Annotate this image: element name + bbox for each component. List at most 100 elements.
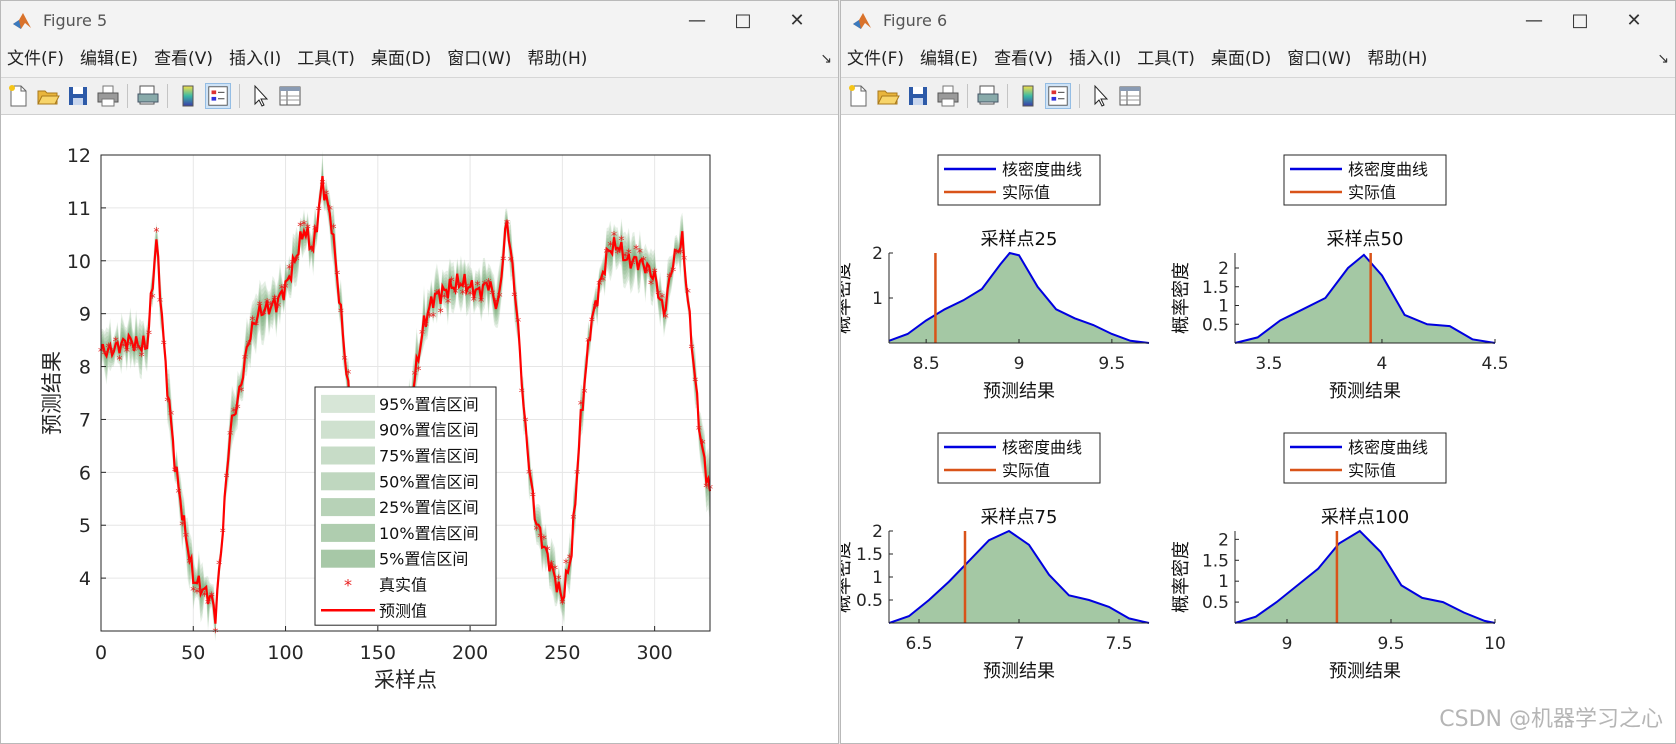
y-tick-label: 1	[1218, 297, 1229, 317]
insert-legend-icon[interactable]	[1045, 83, 1071, 109]
actual-point-marker: *	[438, 306, 444, 320]
legend-label-actual: 实际值	[1348, 461, 1396, 480]
y-axis-label: 预测结果	[40, 351, 64, 435]
edit-plot-cursor-icon[interactable]	[1087, 83, 1113, 109]
y-tick-label: 10	[67, 251, 91, 273]
actual-point-marker: *	[172, 465, 178, 479]
open-file-icon[interactable]	[35, 83, 61, 109]
actual-point-marker: *	[648, 277, 654, 291]
actual-point-marker: *	[589, 315, 595, 329]
menu-view[interactable]: 查看(V)	[146, 41, 221, 77]
y-tick-label: 1	[1218, 572, 1229, 592]
menu-desktop[interactable]: 桌面(D)	[363, 41, 439, 77]
dock-arrow-icon[interactable]: ↘	[1657, 41, 1669, 77]
legend-label-actual: 实际值	[1002, 183, 1050, 202]
actual-point-marker: *	[331, 221, 337, 235]
actual-point-marker: *	[526, 467, 532, 481]
new-figure-icon[interactable]	[845, 83, 871, 109]
menu-desktop[interactable]: 桌面(D)	[1203, 41, 1279, 77]
y-axis-label: 概率密度	[841, 262, 854, 334]
print-icon[interactable]	[935, 83, 961, 109]
x-tick-label: 4	[1377, 354, 1388, 374]
save-icon[interactable]	[65, 83, 91, 109]
property-inspector-icon[interactable]	[277, 83, 303, 109]
window-title: Figure 6	[883, 11, 948, 30]
menu-view[interactable]: 查看(V)	[986, 41, 1061, 77]
maximize-button[interactable]: □	[720, 7, 766, 35]
legend-label: 95%置信区间	[379, 395, 479, 414]
actual-point-marker: *	[611, 229, 617, 243]
actual-point-marker: *	[659, 291, 665, 305]
menu-insert[interactable]: 插入(I)	[221, 41, 289, 77]
insert-legend-icon[interactable]	[205, 83, 231, 109]
minimize-button[interactable]: —	[1511, 7, 1557, 35]
actual-point-marker: *	[474, 279, 480, 293]
minimize-button[interactable]: —	[674, 7, 720, 35]
actual-point-marker: *	[629, 257, 635, 271]
y-tick-label: 4	[79, 568, 91, 590]
menu-bar: 文件(F) 编辑(E) 查看(V) 插入(I) 工具(T) 桌面(D) 窗口(W) 帮助(H)…	[841, 41, 1675, 77]
actual-point-marker: *	[478, 295, 484, 309]
close-button[interactable]: ✕	[1611, 7, 1657, 35]
x-axis-label: 预测结果	[1329, 381, 1401, 402]
new-figure-icon[interactable]	[5, 83, 31, 109]
actual-point-marker: *	[522, 414, 528, 428]
menu-edit[interactable]: 编辑(E)	[72, 41, 146, 77]
menu-file[interactable]: 文件(F)	[841, 41, 912, 77]
insert-colorbar-icon[interactable]	[175, 83, 201, 109]
y-tick-label: 0.5	[1202, 593, 1229, 613]
open-file-icon[interactable]	[875, 83, 901, 109]
x-tick-label: 250	[544, 642, 580, 664]
close-button[interactable]: ✕	[774, 7, 820, 35]
menu-help[interactable]: 帮助(H)	[1359, 41, 1435, 77]
print-preview-icon[interactable]	[975, 83, 1001, 109]
insert-colorbar-icon[interactable]	[1015, 83, 1041, 109]
menu-tools[interactable]: 工具(T)	[1129, 41, 1203, 77]
menu-help[interactable]: 帮助(H)	[519, 41, 595, 77]
actual-point-marker: *	[187, 556, 193, 570]
menu-edit[interactable]: 编辑(E)	[912, 41, 986, 77]
save-icon[interactable]	[905, 83, 931, 109]
menu-insert[interactable]: 插入(I)	[1061, 41, 1129, 77]
actual-point-marker: *	[113, 334, 119, 348]
actual-point-marker: *	[294, 254, 300, 268]
actual-point-marker: *	[275, 300, 281, 314]
menu-file[interactable]: 文件(F)	[1, 41, 72, 77]
print-icon[interactable]	[95, 83, 121, 109]
actual-point-marker: *	[312, 223, 318, 237]
actual-point-marker: *	[212, 626, 218, 640]
legend-label-kde: 核密度曲线	[1002, 160, 1082, 179]
subplot-title: 采样点50	[1327, 229, 1404, 250]
actual-point-marker: *	[652, 265, 658, 279]
actual-point-marker: *	[323, 187, 329, 201]
x-axis-label: 预测结果	[983, 381, 1055, 402]
x-tick-label: 9.5	[1377, 634, 1404, 654]
maximize-button[interactable]: □	[1557, 7, 1603, 35]
property-inspector-icon[interactable]	[1117, 83, 1143, 109]
density-subplots[interactable]: 8.5 9 9.512采样点25预测结果概率密度核密度曲线实际值3.5 4 4.50.5…	[841, 115, 1675, 744]
print-preview-icon[interactable]	[135, 83, 161, 109]
actual-point-marker: *	[681, 253, 687, 267]
menu-tools[interactable]: 工具(T)	[289, 41, 363, 77]
y-tick-label: 0.5	[856, 591, 883, 611]
watermark: CSDN @机器学习之心	[1439, 707, 1663, 732]
actual-point-marker: *	[168, 408, 174, 422]
x-tick-label: 300	[637, 642, 673, 664]
actual-point-marker: *	[471, 294, 477, 308]
edit-plot-cursor-icon[interactable]	[247, 83, 273, 109]
x-axis-label: 采样点	[374, 668, 437, 692]
legend-label-kde: 核密度曲线	[1002, 438, 1082, 457]
menu-window[interactable]: 窗口(W)	[439, 41, 519, 77]
main-plot[interactable]: ****************************************…	[1, 115, 838, 744]
menu-window[interactable]: 窗口(W)	[1279, 41, 1359, 77]
actual-point-marker: *	[345, 367, 351, 381]
legend-swatch-band	[321, 523, 375, 542]
actual-point-marker: *	[334, 267, 340, 281]
legend-label-kde: 核密度曲线	[1348, 438, 1428, 457]
y-tick-label: 8	[79, 357, 91, 379]
actual-point-marker: *	[615, 247, 621, 261]
actual-point-marker: *	[176, 486, 182, 500]
actual-point-marker: *	[582, 386, 588, 400]
dock-arrow-icon[interactable]: ↘	[820, 41, 832, 77]
y-axis-label: 概率密度	[1171, 262, 1192, 334]
